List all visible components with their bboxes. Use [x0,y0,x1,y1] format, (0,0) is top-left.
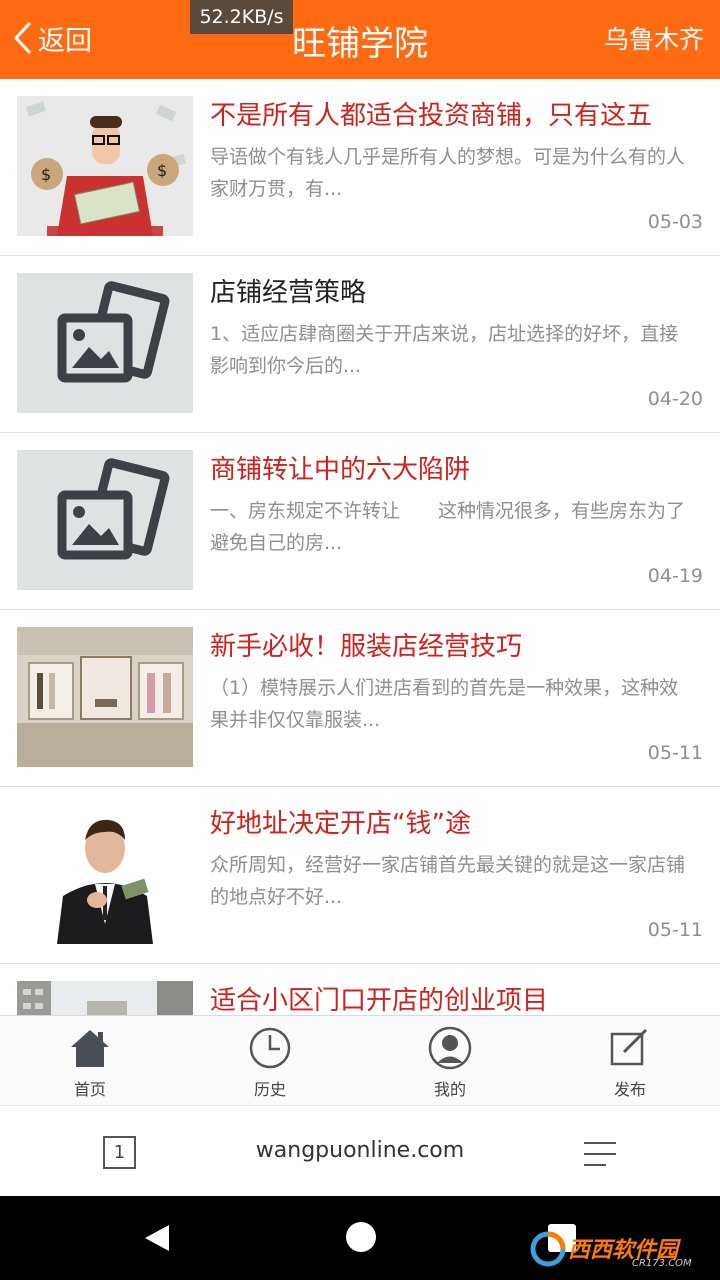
tab-mine[interactable]: 我的 [360,1016,540,1105]
image-placeholder-icon [17,273,193,413]
tab-label: 发布 [613,1080,646,1099]
article-title[interactable]: 适合小区门口开店的创业项目 [210,980,700,1015]
article-title[interactable]: 商铺转让中的六大陷阱 [210,449,700,486]
tab-home[interactable]: 首页 [0,1016,180,1105]
menu-icon[interactable] [582,1140,618,1168]
app-header: 返回 旺铺学院 乌鲁木齐 [0,0,720,79]
article-summary: 众所周知，经营好一家店铺首先最关键的就是这一家店铺的地点好不好... [210,854,686,908]
article-date: 05-11 [647,742,703,764]
article-summary: （1）模特展示人们进店看到的首先是一种效果，这种效果并非仅仅靠服装... [210,677,679,731]
tab-history[interactable]: 历史 [180,1016,360,1105]
watermark-subtext: CR173.COM [632,1258,692,1269]
article-title[interactable]: 店铺经营策略 [210,272,700,309]
tab-label: 我的 [433,1080,466,1099]
article-item[interactable]: 商铺转让中的六大陷阱 一、房东规定不许转让 这种情况很多，有些房东为了避免自己的… [0,433,720,610]
home-circle-icon[interactable] [346,1222,376,1252]
article-item[interactable]: 适合小区门口开店的创业项目 [0,964,720,1015]
svg-text:$: $ [157,161,167,180]
network-speed-indicator: 52.2KB/s [190,0,293,34]
article-item[interactable]: $ $ 不是所有人都适合投资商铺，只有这五 导语做个有钱人几乎是所有人的梦想。可… [0,79,720,256]
article-date: 05-03 [647,211,703,233]
back-triangle-icon[interactable] [143,1223,171,1253]
article-thumbnail [17,804,193,944]
tab-publish[interactable]: 发布 [540,1016,720,1105]
article-date: 05-11 [647,919,703,941]
article-date: 04-20 [647,388,703,410]
article-title[interactable]: 好地址决定开店“钱”途 [210,803,700,840]
edit-icon [610,1028,648,1066]
tab-label: 历史 [253,1080,286,1099]
tab-label: 首页 [73,1080,106,1099]
city-selector[interactable]: 乌鲁木齐 [604,20,704,56]
article-item[interactable]: 好地址决定开店“钱”途 众所周知，经营好一家店铺首先最关键的就是这一家店铺的地点… [0,787,720,964]
bottom-tab-bar: 首页 历史 我的 发布 [0,1015,720,1105]
logo-ring-icon [530,1231,566,1267]
article-item[interactable]: 新手必收！服装店经营技巧 （1）模特展示人们进店看到的首先是一种效果，这种效果并… [0,610,720,787]
article-thumbnail [17,627,193,767]
article-summary: 导语做个有钱人几乎是所有人的梦想。可是为什么有的人家财万贯，有... [210,146,686,200]
article-summary: 1、适应店肆商圈关于开店来说，店址选择的好坏，直接影响到你今后的... [210,323,679,377]
article-thumbnail: $ $ [17,96,193,236]
browser-toolbar: 1 wangpuonline.com [0,1105,720,1195]
user-icon [428,1026,472,1070]
article-title[interactable]: 新手必收！服装店经营技巧 [210,626,700,663]
svg-text:$: $ [41,165,51,184]
article-thumbnail [17,450,193,590]
watermark-logo: 西西软件园 CR173.COM [528,1226,704,1272]
article-list[interactable]: $ $ 不是所有人都适合投资商铺，只有这五 导语做个有钱人几乎是所有人的梦想。可… [0,79,720,1015]
article-title[interactable]: 不是所有人都适合投资商铺，只有这五 [210,95,700,132]
article-thumbnail [17,273,193,413]
article-item[interactable]: 店铺经营策略 1、适应店肆商圈关于开店来说，店址选择的好坏，直接影响到你今后的.… [0,256,720,433]
article-thumbnail [17,981,193,1015]
article-summary: 一、房东规定不许转让 这种情况很多，有些房东为了避免自己的房... [210,500,686,554]
clock-icon [249,1027,291,1069]
home-icon [71,1030,109,1067]
image-placeholder-icon [17,450,193,590]
article-date: 04-19 [647,565,703,587]
